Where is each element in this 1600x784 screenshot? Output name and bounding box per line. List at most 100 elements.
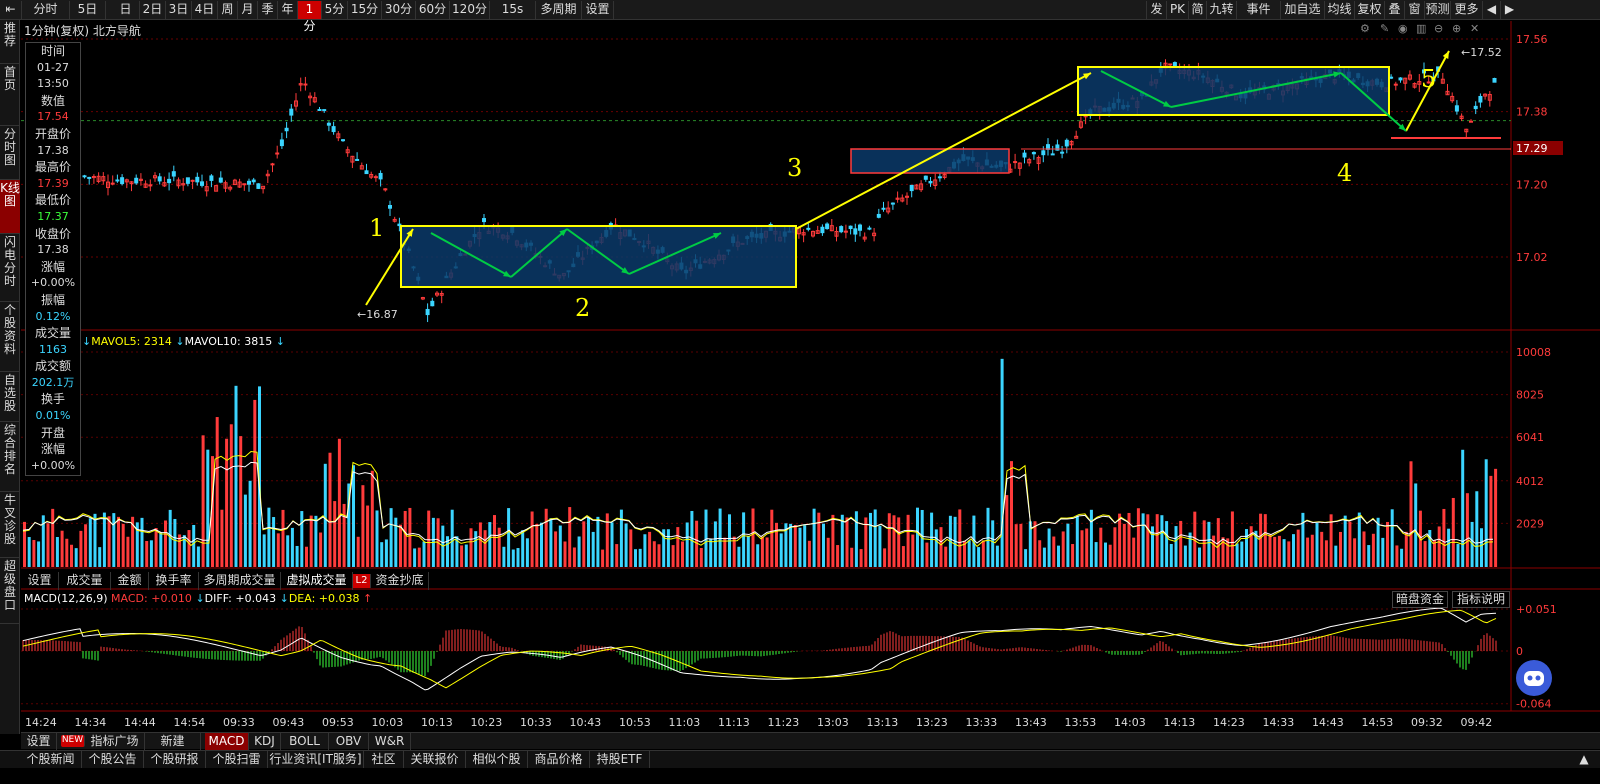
- volume-bar: [629, 529, 633, 567]
- btn-overlay[interactable]: 叠: [1384, 1, 1404, 19]
- period-multi[interactable]: 多周期: [536, 1, 582, 19]
- tab-macd[interactable]: MACD: [205, 733, 249, 750]
- ind-tab-amount[interactable]: 金额: [111, 572, 149, 590]
- ind-tab-volume[interactable]: 成交量: [59, 572, 111, 590]
- tab-wr[interactable]: W&R: [369, 733, 411, 750]
- period-3day[interactable]: 3日: [166, 1, 192, 19]
- nav-profile[interactable]: 个股资料: [0, 302, 20, 372]
- kline-chart[interactable]: 17.56 17.38 17.20 17.02 17.29 1 2 3 4 5 ←17.52 ←16.…: [21, 21, 1600, 731]
- period-4day[interactable]: 4日: [192, 1, 218, 19]
- btn-window[interactable]: 窗: [1404, 1, 1424, 19]
- period-fenshi[interactable]: 分时: [22, 1, 70, 19]
- arrow-right-icon[interactable]: ▶: [1500, 1, 1518, 19]
- news-industry[interactable]: 行业资讯[IT服务]: [268, 751, 364, 768]
- volume-bar: [1348, 521, 1352, 567]
- btn-more[interactable]: 更多: [1450, 1, 1482, 19]
- zoom-out-icon[interactable]: ⊖: [1434, 22, 1443, 35]
- period-15min[interactable]: 15分: [348, 1, 382, 19]
- volume-bar: [79, 530, 83, 567]
- news-announcement[interactable]: 个股公告: [82, 751, 144, 768]
- btn-jian[interactable]: 简: [1188, 1, 1206, 19]
- volume-bar: [1371, 533, 1375, 567]
- eye-icon[interactable]: ◉: [1398, 22, 1408, 35]
- volume-bar: [1042, 547, 1046, 567]
- period-15s[interactable]: 15s: [490, 1, 536, 19]
- period-settings[interactable]: 设置: [582, 1, 614, 19]
- bottom-settings[interactable]: 设置: [21, 733, 57, 750]
- nav-timechart[interactable]: 分时图: [0, 126, 20, 180]
- news-mine[interactable]: 个股扫雷: [206, 751, 268, 768]
- period-5min[interactable]: 5分: [322, 1, 348, 19]
- news-research[interactable]: 个股研报: [144, 751, 206, 768]
- gear-icon[interactable]: ⚙: [1360, 22, 1370, 35]
- btn-pk[interactable]: PK: [1166, 1, 1188, 19]
- period-120min[interactable]: 120分: [450, 1, 490, 19]
- dark-fund-button[interactable]: 暗盘资金: [1392, 591, 1448, 608]
- nav-superlevel[interactable]: 超级盘口: [0, 558, 20, 624]
- zoom-in-icon[interactable]: ⊕: [1452, 22, 1461, 35]
- tab-kdj[interactable]: KDJ: [249, 733, 281, 750]
- candle-body: [825, 223, 830, 230]
- indicator-help-button[interactable]: 指标说明: [1452, 591, 1510, 608]
- news-related[interactable]: 关联报价: [404, 751, 466, 768]
- btn-ma[interactable]: 均线: [1324, 1, 1354, 19]
- news-etf[interactable]: 持股ETF: [590, 751, 650, 768]
- volume-bar: [610, 522, 614, 567]
- btn-forecast[interactable]: 预测: [1424, 1, 1450, 19]
- tab-obv[interactable]: OBV: [329, 733, 369, 750]
- btn-fuquan[interactable]: 复权: [1354, 1, 1384, 19]
- panel-toggle-icon[interactable]: ▲: [1570, 751, 1598, 768]
- candle-body: [134, 177, 139, 184]
- period-year[interactable]: 年: [278, 1, 298, 19]
- period-quarter[interactable]: 季: [258, 1, 278, 19]
- nav-watchlist[interactable]: 自选股: [0, 372, 20, 422]
- ind-tab-multiperiod[interactable]: 多周期成交量: [199, 572, 281, 590]
- period-week[interactable]: 周: [218, 1, 238, 19]
- arrow-left-icon[interactable]: ◀: [1482, 1, 1500, 19]
- volume-bar: [417, 547, 421, 567]
- period-1min[interactable]: 1分: [298, 1, 322, 33]
- period-2day[interactable]: 2日: [140, 1, 166, 19]
- ind-tab-turnover[interactable]: 换手率: [149, 572, 199, 590]
- btn-add-watchlist[interactable]: 加自选: [1280, 1, 1324, 19]
- news-commodity[interactable]: 商品价格: [528, 751, 590, 768]
- volume-bar: [1113, 527, 1117, 567]
- news-community[interactable]: 社区: [364, 751, 404, 768]
- ind-tab-virtual[interactable]: 虚拟成交量: [281, 572, 353, 590]
- volume-bar: [1268, 534, 1272, 567]
- nav-kline[interactable]: K线图: [0, 180, 20, 234]
- period-day[interactable]: 日: [112, 1, 140, 19]
- volume-bar: [1414, 483, 1418, 567]
- nav-diagnose[interactable]: 牛叉诊股: [0, 492, 20, 558]
- trash-icon[interactable]: ▥: [1416, 22, 1426, 35]
- btn-jiuzhuan[interactable]: 九转: [1206, 1, 1236, 19]
- btn-fa[interactable]: 发: [1146, 1, 1166, 19]
- close-icon[interactable]: ✕: [1470, 22, 1479, 35]
- volume-bar: [333, 501, 337, 567]
- assistant-robot-icon[interactable]: [1516, 660, 1552, 696]
- volume-bar: [464, 544, 468, 567]
- period-5day[interactable]: 5日: [70, 1, 106, 19]
- volume-bar: [765, 537, 769, 567]
- new-indicator[interactable]: 新建: [145, 733, 201, 750]
- nav-recommend[interactable]: 推荐: [0, 20, 20, 64]
- indicator-plaza[interactable]: 指标广场: [85, 733, 145, 750]
- volume-bar: [619, 509, 623, 567]
- nav-flash[interactable]: 闪电分时: [0, 234, 20, 302]
- nav-ranking[interactable]: 综合排名: [0, 422, 20, 492]
- tab-boll[interactable]: BOLL: [281, 733, 329, 750]
- period-60min[interactable]: 60分: [416, 1, 450, 19]
- btn-event[interactable]: 事件: [1236, 1, 1280, 19]
- news-similar[interactable]: 相似个股: [466, 751, 528, 768]
- collapse-icon[interactable]: ⇤: [0, 1, 22, 19]
- pen-icon[interactable]: ✎: [1380, 22, 1389, 35]
- ind-tab-fund[interactable]: 资金抄底: [371, 572, 429, 590]
- volume-bar: [1108, 544, 1112, 567]
- nav-home[interactable]: 首页: [0, 64, 20, 126]
- period-month[interactable]: 月: [238, 1, 258, 19]
- volume-bar: [399, 524, 402, 567]
- ind-tab-settings[interactable]: 设置: [21, 572, 59, 590]
- volume-bar: [173, 518, 177, 567]
- period-30min[interactable]: 30分: [382, 1, 416, 19]
- news-stock[interactable]: 个股新闻: [20, 751, 82, 768]
